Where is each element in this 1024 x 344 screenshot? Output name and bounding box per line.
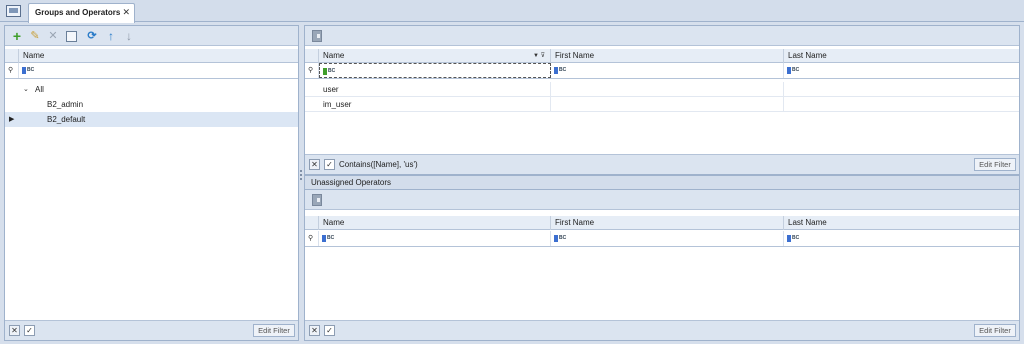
column-header-first-name[interactable]: First Name: [551, 216, 784, 230]
unassigned-operators-panel: Name First Name Last Name ⚲ BC BC BC ✕ ✓…: [304, 189, 1020, 341]
name-filter-input[interactable]: BC: [319, 63, 551, 78]
column-header-first-name[interactable]: First Name: [551, 49, 784, 63]
row-indicator-header: [305, 216, 319, 230]
row-indicator-header: [305, 49, 319, 63]
splitter-grip: [300, 178, 302, 180]
tree-label-b2-admin: B2_admin: [47, 100, 84, 109]
splitter-grip: [300, 174, 302, 176]
filter-pin-icon: ⚲: [8, 67, 14, 74]
filter-expression[interactable]: Contains([Name], 'us'): [339, 160, 418, 169]
document-tab-strip: [0, 0, 1024, 22]
filter-row-indicator: ⚲: [5, 63, 19, 78]
operators-grid-header: Name ▼ ⊽ First Name Last Name: [305, 49, 1019, 63]
move-up-icon[interactable]: ↑: [104, 29, 118, 43]
column-header-name-label: Name: [323, 51, 345, 60]
app-menu-icon[interactable]: [6, 5, 21, 17]
filter-enabled-checkbox[interactable]: ✓: [24, 325, 35, 336]
unassigned-filter-footer: ✕ ✓ Edit Filter: [305, 320, 1019, 340]
splitter-grip: [300, 170, 302, 172]
table-row[interactable]: user: [305, 82, 1019, 97]
groups-panel: + ✎ ✕ ⟳ ↑ ↓ Name ⚲ BC ⌄ All B2_admin ▶ B…: [4, 25, 299, 341]
clear-filter-button[interactable]: ✕: [9, 325, 20, 336]
operators-toolbar: [305, 26, 1019, 46]
sort-filter-icon[interactable]: ▼ ⊽: [533, 49, 545, 63]
first-name-filter-input[interactable]: BC: [551, 63, 784, 78]
tree-label-all: All: [35, 85, 44, 94]
close-icon[interactable]: ✕: [122, 7, 130, 17]
column-header-last-name[interactable]: Last Name: [784, 49, 1020, 63]
abc-filter-icon: BC: [787, 235, 799, 242]
groups-filter-footer: ✕ ✓ Edit Filter: [5, 320, 298, 340]
add-icon[interactable]: +: [10, 29, 24, 43]
open-icon[interactable]: [66, 31, 77, 42]
edit-filter-button[interactable]: Edit Filter: [253, 324, 295, 337]
cell-last-name: [784, 82, 1020, 97]
tree-node-b2-admin[interactable]: B2_admin: [5, 97, 298, 112]
unassigned-toolbar: [305, 190, 1019, 210]
filter-row-indicator: ⚲: [305, 231, 319, 246]
cell-first-name: [551, 97, 784, 112]
cell-name: im_user: [319, 97, 551, 112]
exclude-icon[interactable]: [312, 30, 322, 42]
tree-node-b2-default[interactable]: ▶ B2_default: [5, 112, 298, 127]
column-header-name[interactable]: Name ▼ ⊽: [319, 49, 551, 63]
tab-groups-and-operators[interactable]: Groups and Operators ✕: [28, 3, 135, 23]
tree-label-b2-default: B2_default: [47, 115, 86, 124]
table-row[interactable]: im_user: [305, 97, 1019, 112]
operators-filter-row: ⚲ BC BC BC: [305, 63, 1019, 79]
abc-filter-icon: BC: [323, 68, 335, 75]
move-down-icon[interactable]: ↓: [122, 29, 136, 43]
clear-filter-button[interactable]: ✕: [309, 325, 320, 336]
name-filter-input[interactable]: BC: [319, 231, 551, 246]
filter-enabled-checkbox[interactable]: ✓: [324, 159, 335, 170]
edit-filter-button[interactable]: Edit Filter: [974, 324, 1016, 337]
abc-filter-icon: BC: [787, 67, 799, 74]
delete-icon[interactable]: ✕: [46, 29, 60, 43]
unassigned-operators-title-bar: Unassigned Operators: [304, 175, 1020, 189]
refresh-icon[interactable]: ⟳: [85, 29, 99, 43]
current-row-icon: ▶: [9, 116, 15, 123]
unassigned-filter-row: ⚲ BC BC BC: [305, 231, 1019, 247]
collapse-icon[interactable]: ⌄: [23, 85, 29, 93]
abc-filter-icon: BC: [322, 235, 334, 242]
first-name-filter-input[interactable]: BC: [551, 231, 784, 246]
groups-grid-header: Name: [5, 49, 298, 63]
include-icon[interactable]: [312, 194, 322, 206]
cell-first-name: [551, 82, 784, 97]
tab-title: Groups and Operators: [35, 8, 121, 17]
column-header-name[interactable]: Name: [19, 49, 299, 63]
edit-icon[interactable]: ✎: [28, 29, 42, 43]
operators-filter-footer: ✕ ✓ Contains([Name], 'us') Edit Filter: [305, 154, 1019, 174]
column-header-name[interactable]: Name: [319, 216, 551, 230]
column-header-last-name[interactable]: Last Name: [784, 216, 1020, 230]
name-filter-cell[interactable]: BC: [19, 63, 299, 78]
abc-filter-icon: BC: [22, 67, 34, 74]
edit-filter-button[interactable]: Edit Filter: [974, 158, 1016, 171]
filter-row-indicator: ⚲: [305, 63, 319, 78]
tree-node-all[interactable]: ⌄ All: [5, 82, 298, 97]
section-title: Unassigned Operators: [311, 178, 392, 187]
cell-name: user: [319, 82, 551, 97]
filter-enabled-checkbox[interactable]: ✓: [324, 325, 335, 336]
operators-panel: Name ▼ ⊽ First Name Last Name ⚲ BC BC BC…: [304, 25, 1020, 175]
abc-filter-icon: BC: [554, 235, 566, 242]
clear-filter-button[interactable]: ✕: [309, 159, 320, 170]
groups-toolbar: + ✎ ✕ ⟳ ↑ ↓: [5, 26, 298, 46]
last-name-filter-input[interactable]: BC: [784, 63, 1020, 78]
filter-pin-icon: ⚲: [308, 235, 314, 242]
row-indicator-header: [5, 49, 19, 63]
abc-filter-icon: BC: [554, 67, 566, 74]
groups-filter-row: ⚲ BC: [5, 63, 298, 79]
cell-last-name: [784, 97, 1020, 112]
filter-pin-icon: ⚲: [308, 67, 314, 74]
unassigned-grid-header: Name First Name Last Name: [305, 216, 1019, 230]
last-name-filter-input[interactable]: BC: [784, 231, 1020, 246]
